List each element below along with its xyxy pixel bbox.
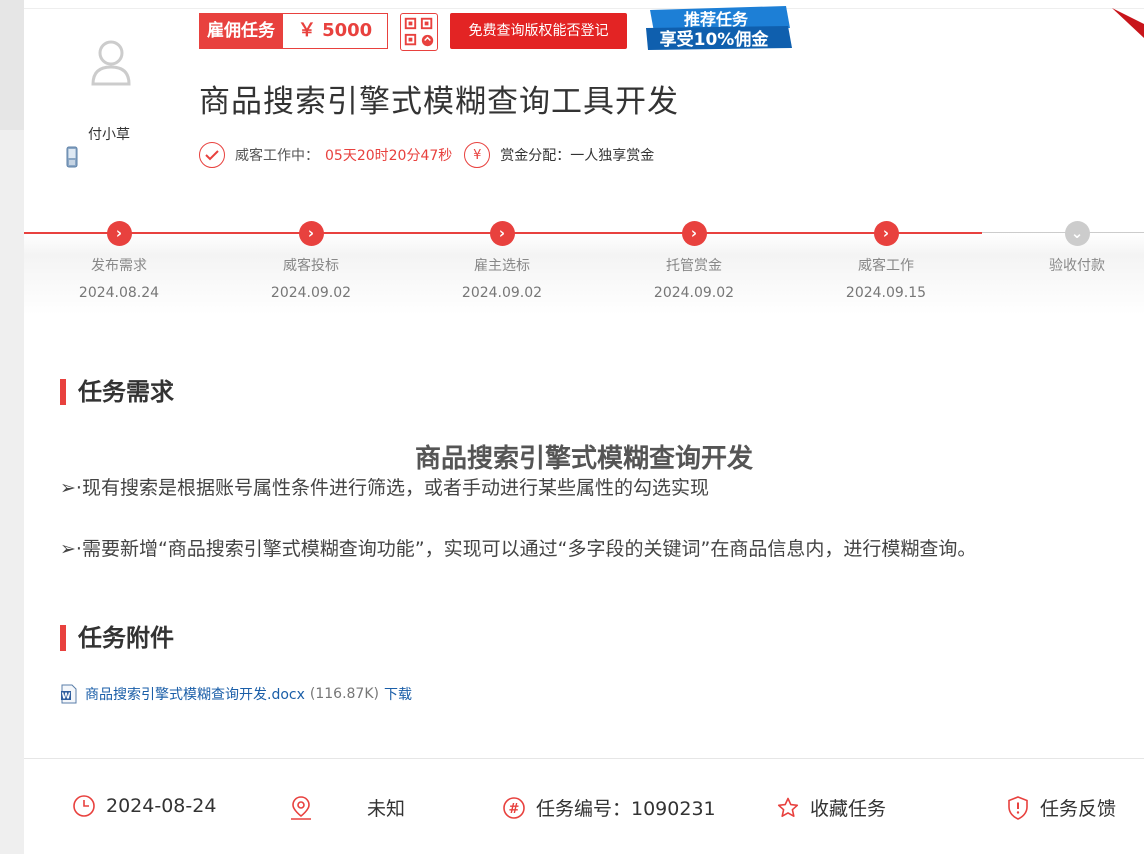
task-status-row: 威客工作中： 05天20时20分47秒 ¥ 赏金分配：一人独享赏金 — [199, 141, 654, 169]
working-status-label: 威客工作中： — [235, 148, 319, 164]
qr-code-icon[interactable] — [400, 13, 438, 51]
promo-line2: 享受10%佣金 — [660, 29, 770, 50]
progress-step: › 托管赏金 2024.09.02 — [634, 221, 754, 301]
favorite-task-button[interactable]: 收藏任务 — [776, 794, 886, 821]
countdown-timer: 05天20时20分47秒 — [325, 148, 453, 164]
publisher-name[interactable]: 付小草 — [88, 124, 130, 144]
hash-icon: # — [503, 796, 525, 819]
user-avatar-icon[interactable] — [90, 38, 132, 88]
task-title: 商品搜索引擎式模糊查询工具开发 — [199, 84, 679, 120]
task-detail-page: 付小草 雇佣任务 ￥ 5000 免费查询版权能否登记 推荐任务 享受10%佣金 … — [24, 0, 1144, 854]
task-location: 未知 — [289, 794, 405, 821]
progress-step: › 威客投标 2024.09.02 — [251, 221, 371, 301]
corner-ribbon — [1112, 8, 1144, 38]
chevron-right-icon: › — [106, 221, 132, 246]
requirements-heading: 商品搜索引擎式模糊查询开发 — [414, 444, 753, 474]
attachment-file-link[interactable]: 商品搜索引擎式模糊查询开发.docx — [85, 684, 305, 704]
step-label: 威客投标 — [283, 258, 339, 274]
free-copyright-query-button[interactable]: 免费查询版权能否登记 — [450, 13, 627, 49]
yen-icon: ¥ — [464, 142, 491, 168]
feedback-label[interactable]: 任务反馈 — [1040, 794, 1116, 821]
attachment-item: W 商品搜索引擎式模糊查询开发.docx (116.87K) 下载 — [60, 684, 412, 704]
requirement-line: ➢·现有搜索是根据账号属性条件进行筛选，或者手动进行某些属性的勾选实现 — [60, 477, 709, 499]
attachments-section-title: 任务附件 — [60, 623, 174, 653]
step-label: 发布需求 — [91, 258, 147, 274]
promo-banner[interactable]: 推荐任务 享受10%佣金 — [644, 4, 794, 50]
step-label: 验收付款 — [1049, 258, 1105, 274]
publish-date: 2024-08-24 — [72, 794, 216, 818]
publish-date-value: 2024-08-24 — [106, 795, 217, 817]
check-icon — [199, 142, 225, 168]
footer-divider — [24, 758, 1144, 759]
progress-step: › 发布需求 2024.08.24 — [59, 221, 179, 301]
task-number-value: 任务编号：1090231 — [536, 798, 716, 820]
attachment-download-link[interactable]: 下载 — [384, 684, 412, 704]
chevron-right-icon: › — [298, 221, 324, 246]
task-number: # 任务编号：1090231 — [502, 794, 716, 821]
chevron-right-icon: › — [873, 221, 899, 246]
hire-task-badge: 雇佣任务 — [199, 13, 283, 49]
attachment-file-size: (116.87K) — [309, 686, 379, 702]
progress-step: › 威客工作 2024.09.15 — [826, 221, 946, 301]
task-price: ￥ 5000 — [283, 13, 388, 49]
progress-step: ⌄ 验收付款 — [1017, 221, 1137, 285]
location-value: 未知 — [367, 798, 406, 820]
chevron-right-icon: › — [681, 221, 707, 246]
svg-text:#: # — [509, 802, 520, 817]
step-label: 雇主选标 — [474, 258, 530, 274]
clock-icon — [73, 795, 95, 817]
task-feedback-button[interactable]: 任务反馈 — [1006, 794, 1116, 821]
step-date: 2024.09.02 — [653, 285, 735, 301]
step-label: 托管赏金 — [666, 258, 722, 274]
requirement-line: ➢·需要新增“商品搜索引擎式模糊查询功能”，实现可以通过“多字段的关键词”在商品… — [60, 538, 977, 560]
left-sidebar-strip — [0, 0, 24, 854]
word-document-icon: W — [61, 684, 77, 704]
step-date: 2024.08.24 — [78, 285, 160, 301]
chevron-down-icon: ⌄ — [1064, 221, 1090, 246]
progress-step: › 雇主选标 2024.09.02 — [442, 221, 562, 301]
step-label: 威客工作 — [858, 258, 914, 274]
favorite-label[interactable]: 收藏任务 — [810, 794, 886, 821]
star-icon — [777, 797, 799, 817]
bounty-allocation: 赏金分配：一人独享赏金 — [500, 148, 655, 164]
requirements-section-title: 任务需求 — [60, 377, 174, 407]
promo-line1: 推荐任务 — [684, 10, 749, 29]
shield-alert-icon — [1008, 795, 1028, 820]
step-date: 2024.09.02 — [270, 285, 352, 301]
chevron-right-icon: › — [489, 221, 515, 246]
svg-text:W: W — [62, 692, 71, 701]
top-border — [24, 8, 1144, 9]
step-date: 2024.09.02 — [461, 285, 543, 301]
step-date: 2024.09.15 — [845, 285, 927, 301]
task-progress-timeline: › 发布需求 2024.08.24 › 威客投标 2024.09.02 › 雇主… — [24, 215, 1144, 315]
location-pin-icon — [291, 795, 311, 820]
phone-verified-icon — [66, 146, 78, 168]
